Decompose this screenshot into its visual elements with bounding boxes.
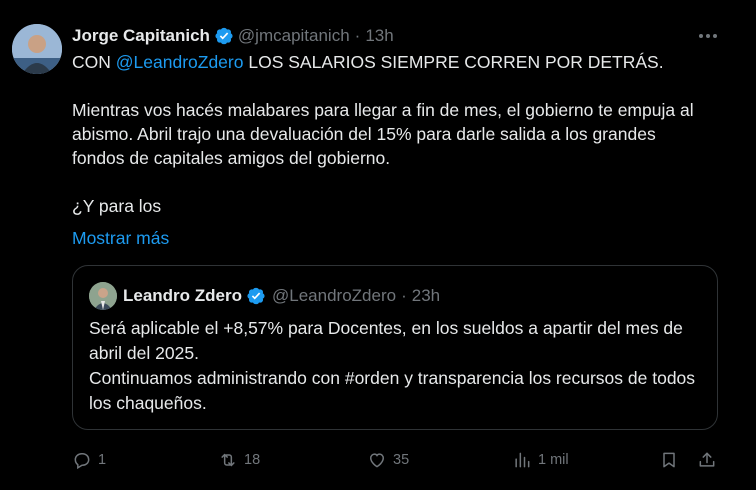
views-chart-icon [515, 452, 530, 468]
quote-time: 23h [411, 286, 441, 305]
share-button[interactable] [697, 446, 723, 474]
show-more-link[interactable]: Mostrar más [72, 226, 169, 250]
quoted-tweet[interactable]: Leandro Zdero @LeandroZdero · 23h Será a… [72, 265, 718, 430]
reply-icon [74, 453, 90, 470]
verified-badge-icon [246, 286, 266, 306]
view-count: 1 mil [538, 452, 569, 468]
reply-count: 1 [98, 452, 107, 468]
tweet-body: CON @LeandroZdero LOS SALARIOS SIEMPRE C… [72, 50, 712, 218]
quote-author-handle: @LeandroZdero [272, 286, 397, 305]
quote-author-avatar[interactable] [89, 282, 117, 310]
tweet-paragraph-2: Mientras vos hacés malabares para llegar… [72, 100, 694, 168]
author-name[interactable]: Jorge Capitanich [72, 26, 210, 46]
share-icon [699, 452, 715, 467]
like-count: 35 [393, 452, 410, 468]
tweet[interactable]: Jorge Capitanich @jmcapitanich · 13h CON… [0, 0, 756, 490]
tweet-line-1-suffix: LOS SALARIOS SIEMPRE CORREN POR DETRÁS. [248, 52, 664, 72]
more-horizontal-icon[interactable] [696, 26, 720, 46]
bookmark-button[interactable] [659, 446, 685, 474]
retweet-count: 18 [244, 452, 261, 468]
heart-icon [369, 453, 385, 468]
like-button[interactable]: 35 [367, 446, 409, 474]
tweet-line-1: CON @LeandroZdero LOS SALARIOS SIEMPRE C… [72, 50, 712, 74]
retweet-button[interactable]: 18 [218, 446, 260, 474]
retweet-icon [221, 453, 235, 467]
author-avatar[interactable] [12, 24, 62, 74]
views-button[interactable]: 1 mil [512, 446, 569, 474]
quote-header: Leandro Zdero @LeandroZdero · 23h [123, 284, 440, 308]
tweet-line-1-prefix: CON [72, 52, 111, 72]
verified-badge-icon[interactable] [214, 26, 234, 46]
quote-line-2: Continuamos administrando con #orden y t… [89, 368, 696, 413]
tweet-time[interactable]: 13h [365, 26, 393, 46]
quote-body: Será aplicable el +8,57% para Docentes, … [89, 316, 699, 416]
quote-line-1: Será aplicable el +8,57% para Docentes, … [89, 318, 683, 363]
tweet-paragraph-3: ¿Y para los [72, 196, 162, 216]
reply-button[interactable]: 1 [72, 446, 106, 474]
action-bar: 1 18 35 1 mil [72, 446, 722, 474]
tweet-header: Jorge Capitanich @jmcapitanich · 13h [72, 24, 394, 48]
bookmark-icon [663, 452, 675, 468]
separator-dot: · [401, 286, 407, 305]
author-handle[interactable]: @jmcapitanich [238, 26, 350, 46]
separator-dot: · [354, 26, 361, 45]
quote-author-name[interactable]: Leandro Zdero [123, 286, 242, 306]
mention-link[interactable]: @LeandroZdero [116, 52, 244, 72]
